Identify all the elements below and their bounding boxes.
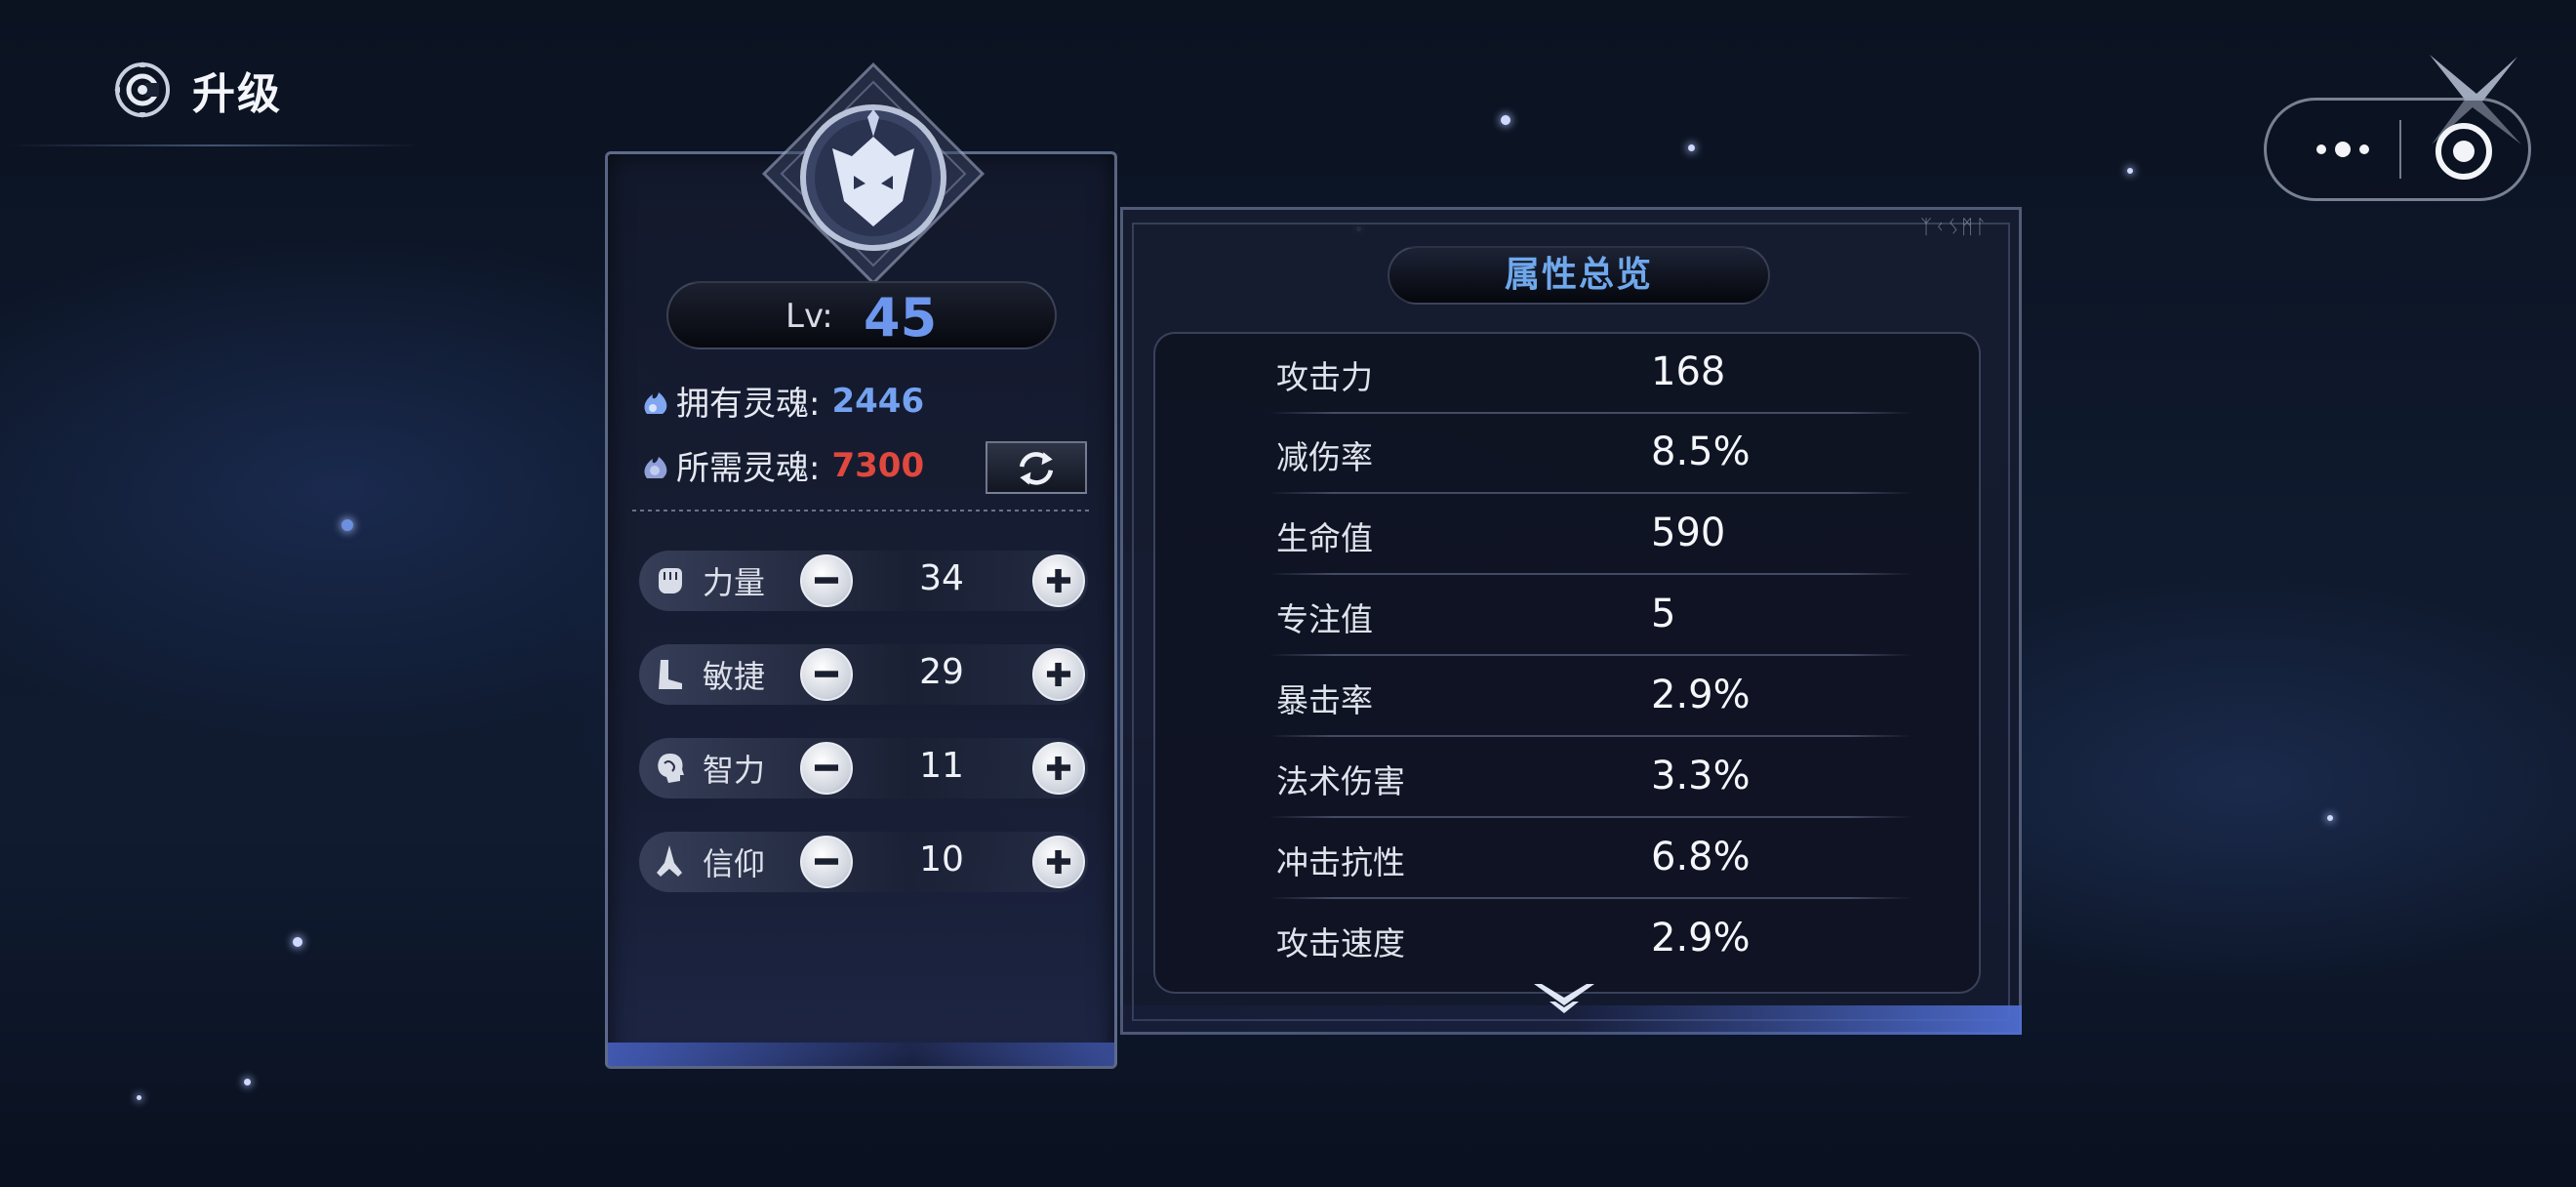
star [244, 1079, 251, 1085]
stat-value: 2.9% [1651, 673, 1751, 717]
increase-strength-button[interactable] [1032, 554, 1085, 607]
stat-row: 暴击率 2.9% [1268, 657, 1912, 737]
stat-label: 专注值 [1276, 600, 1373, 638]
star [293, 937, 302, 947]
stat-label: 减伤率 [1276, 438, 1373, 476]
stat-label: 暴击率 [1276, 681, 1373, 719]
soul-flame-icon [644, 391, 667, 414]
head-brain-icon [658, 754, 684, 783]
target-close-icon[interactable] [2431, 118, 2497, 184]
capsule-divider [2399, 120, 2401, 179]
panel-glow [608, 1043, 1114, 1066]
minus-icon [814, 577, 839, 584]
stat-row: 冲击抗性 6.8% [1268, 819, 1912, 899]
stat-row: 法术伤害 3.3% [1268, 738, 1912, 818]
stat-value: 6.8% [1651, 835, 1751, 880]
stat-label: 冲击抗性 [1276, 843, 1405, 881]
required-souls-label: 所需灵魂: [676, 449, 821, 488]
refresh-icon [1019, 452, 1054, 485]
stat-row: 专注值 5 [1268, 576, 1912, 656]
praying-hands-icon [657, 845, 682, 877]
level-bar: Lv: 45 [666, 281, 1057, 349]
stat-label: 攻击速度 [1276, 924, 1405, 962]
stat-value: 590 [1651, 511, 1726, 555]
level-value: 45 [864, 287, 938, 348]
plus-icon [1046, 662, 1071, 687]
plus-icon [1046, 849, 1071, 875]
required-souls-value: 7300 [831, 445, 925, 485]
attribute-label: 信仰 [703, 845, 766, 882]
stat-value: 5 [1651, 592, 1676, 636]
reset-button[interactable] [986, 441, 1087, 494]
increase-intelligence-button[interactable] [1032, 742, 1085, 795]
attribute-label: 敏捷 [703, 658, 766, 695]
minus-icon [814, 671, 839, 677]
overview-title: 属性总览 [1504, 255, 1653, 295]
decrease-intelligence-button[interactable] [800, 742, 853, 795]
boot-icon [659, 660, 682, 689]
owned-souls-label: 拥有灵魂: [676, 385, 821, 424]
decrease-agility-button[interactable] [800, 648, 853, 701]
class-emblem-icon [761, 61, 986, 286]
stat-row: 减伤率 8.5% [1268, 414, 1912, 494]
fist-icon [659, 568, 682, 594]
owned-souls-value: 2446 [831, 381, 925, 421]
attribute-value: 11 [919, 746, 964, 786]
star [342, 519, 353, 531]
stat-value: 3.3% [1651, 754, 1751, 798]
stat-value: 168 [1651, 349, 1726, 394]
star [1688, 144, 1695, 151]
mini-program-capsule [2264, 98, 2531, 201]
plus-icon [1046, 568, 1071, 594]
attribute-value: 34 [919, 558, 964, 598]
star [1501, 115, 1510, 125]
attribute-value: 10 [919, 839, 964, 880]
stat-value: 2.9% [1651, 916, 1751, 961]
attribute-label: 力量 [703, 564, 766, 601]
minus-icon [814, 858, 839, 865]
stat-label: 法术伤害 [1276, 762, 1405, 800]
stat-value: 8.5% [1651, 430, 1751, 474]
star [137, 1095, 141, 1100]
decrease-faith-button[interactable] [800, 836, 853, 888]
stat-row: 攻击力 168 [1268, 334, 1912, 414]
attribute-row-intelligence: 智力 11 [639, 732, 1088, 802]
increase-faith-button[interactable] [1032, 836, 1085, 888]
page-title: 升级 [192, 69, 282, 119]
attribute-row-agility: 敏捷 29 [639, 638, 1088, 709]
upgrade-emblem-icon [114, 61, 170, 118]
stat-row: 攻击速度 2.9% [1268, 900, 1912, 980]
minus-icon [814, 764, 839, 771]
star [2127, 168, 2133, 174]
stat-row: 生命值 590 [1268, 495, 1912, 575]
soul-flame-icon [644, 456, 667, 478]
stat-label: 攻击力 [1276, 358, 1373, 396]
attribute-row-strength: 力量 34 [639, 545, 1088, 615]
owned-souls-row: 拥有灵魂: 2446 [639, 377, 924, 425]
decrease-strength-button[interactable] [800, 554, 853, 607]
overview-title-bar: 属性总览 [1388, 246, 1770, 305]
header-divider [10, 144, 420, 146]
dotted-divider [632, 510, 1091, 512]
star [2327, 815, 2333, 821]
attribute-row-faith: 信仰 10 [639, 826, 1088, 896]
rune-decoration: ᛉᚲᛊᛗᛚ [1920, 215, 1989, 238]
level-label: Lv: [785, 297, 833, 336]
plus-icon [1046, 756, 1071, 781]
required-souls-row: 所需灵魂: 7300 [639, 441, 924, 489]
attribute-value: 29 [919, 652, 964, 692]
stat-label: 生命值 [1276, 519, 1373, 557]
more-dots-icon[interactable] [2306, 130, 2384, 169]
chevron-down-icon[interactable] [1530, 976, 1598, 1019]
attribute-label: 智力 [703, 752, 766, 789]
page-header: 升级 [112, 59, 282, 121]
increase-agility-button[interactable] [1032, 648, 1085, 701]
